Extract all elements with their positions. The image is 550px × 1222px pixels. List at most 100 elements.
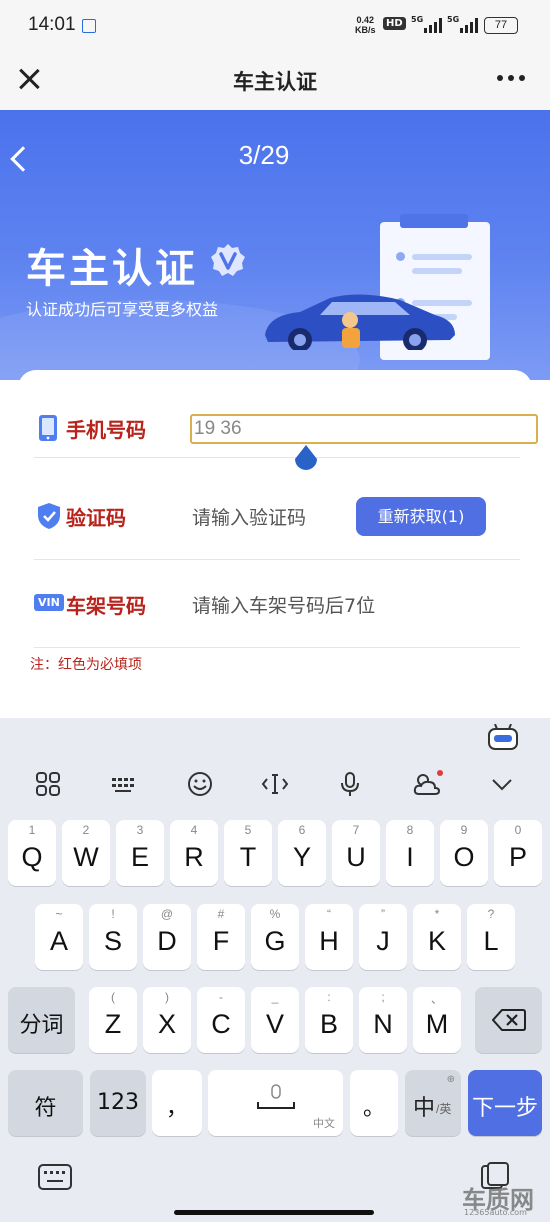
key-d[interactable]: @ D (143, 904, 191, 970)
assistant-robot-icon[interactable] (488, 724, 518, 750)
text-cursor-icon[interactable] (261, 770, 289, 798)
key-label: Q (21, 842, 43, 872)
banner-title: 车主认证 (26, 246, 198, 292)
notification-app-icon (82, 19, 96, 33)
key-label: A (49, 926, 68, 956)
key-g[interactable]: % G (251, 904, 299, 970)
key-comma[interactable]: ， (152, 1070, 202, 1136)
key-h[interactable]: “H (305, 904, 353, 970)
key-a[interactable]: ~ A (35, 904, 83, 970)
key-v[interactable]: _ V (251, 987, 299, 1053)
key-secondary-label: ~ (55, 907, 63, 921)
key-u[interactable]: 7U (332, 820, 380, 886)
key-secondary-label: : (327, 990, 331, 1004)
space-sub-label: 中文 (313, 1118, 335, 1130)
key-x[interactable]: ) X (143, 987, 191, 1053)
resend-code-button[interactable]: 重新获取(1) (356, 497, 486, 536)
emoji-icon[interactable] (186, 770, 214, 798)
key-r[interactable]: 4R (170, 820, 218, 886)
key-label: X (157, 1009, 176, 1039)
key-space[interactable]: 中文 (208, 1070, 343, 1136)
phone-icon (39, 415, 57, 441)
signal-label-2: 5G (447, 15, 460, 24)
key-label: U (346, 842, 366, 872)
key-secondary-label: @ (160, 907, 174, 921)
key-w[interactable]: 2W (62, 820, 110, 886)
key-label: Y (292, 842, 311, 872)
key-label: J (376, 926, 390, 956)
key-secondary-label: ? (487, 907, 495, 921)
key-secondary-label: 3 (136, 823, 144, 837)
key-y[interactable]: 6Y (278, 820, 326, 886)
key-secondary-label: 4 (190, 823, 198, 837)
phone-label: 手机号码 (66, 418, 146, 442)
phone-row: 手机号码 19 36 (34, 370, 538, 458)
grid-menu-icon[interactable] (34, 770, 62, 798)
key-label: I (406, 842, 414, 872)
title-bar: 车主认证 (0, 52, 550, 110)
key-123[interactable]: 123 (90, 1070, 146, 1136)
key-l[interactable]: ? L (467, 904, 515, 970)
form-card: 手机号码 19 36 验证码 请输入验证码 重新获取(1) VIN 车架号码 请… (18, 370, 538, 730)
key-label: D (157, 926, 177, 956)
key-secondary-label: 0 (514, 823, 522, 837)
key-s[interactable]: ! S (89, 904, 137, 970)
banner-subtitle: 认证成功后可享受更多权益 (26, 300, 219, 319)
key-p[interactable]: 0P (494, 820, 542, 886)
key-i[interactable]: 8I (386, 820, 434, 886)
key-label: N (373, 1009, 393, 1039)
key-j[interactable]: ” J (359, 904, 407, 970)
shield-icon (38, 503, 60, 529)
key-k[interactable]: * K (413, 904, 461, 970)
key-language[interactable]: 中 /英 ⊕ (405, 1070, 461, 1136)
key-label: F (212, 926, 230, 956)
microphone-icon[interactable] (336, 770, 364, 798)
key-label: H (319, 926, 339, 956)
key-secondary-label: 7 (352, 823, 360, 837)
vin-input[interactable]: 请输入车架号码后7位 (192, 591, 375, 618)
key-label: C (211, 1009, 231, 1039)
key-backspace[interactable] (475, 987, 542, 1053)
code-input[interactable]: 请输入验证码 (192, 503, 306, 530)
key-next[interactable]: 下一步 (468, 1070, 542, 1136)
key-symbols[interactable]: 符 (8, 1070, 83, 1136)
home-indicator[interactable] (174, 1210, 374, 1215)
key-fenci[interactable]: 分词 (8, 987, 75, 1053)
key-label: P (508, 842, 527, 872)
status-bar: 14:01 0.42 KB/s HD 5G 5G 77 (0, 0, 550, 52)
vin-label: 车架号码 (66, 594, 146, 618)
key-q[interactable]: 1Q (8, 820, 56, 886)
key-secondary-label: - (219, 990, 223, 1004)
key-m[interactable]: 、 M (413, 987, 461, 1053)
key-c[interactable]: -C (197, 987, 245, 1053)
key-n[interactable]: ; N (359, 987, 407, 1053)
keyboard-layout-icon[interactable] (110, 770, 138, 798)
phone-input[interactable]: 19 36 (190, 414, 538, 444)
key-t[interactable]: 5T (224, 820, 272, 886)
battery-icon: 77 (484, 17, 518, 34)
clock: 14:01 (28, 14, 76, 35)
key-e[interactable]: 3E (116, 820, 164, 886)
key-secondary-label: ” (381, 907, 385, 921)
key-o[interactable]: 9O (440, 820, 488, 886)
key-secondary-label: 8 (406, 823, 414, 837)
key-f[interactable]: # F (197, 904, 245, 970)
key-secondary-label: 1 (28, 823, 36, 837)
hd-voice-icon: HD (383, 17, 406, 30)
signal-label-1: 5G (411, 15, 424, 24)
weather-icon[interactable] (411, 770, 443, 798)
key-label: E (130, 842, 149, 872)
globe-icon: ⊕ (446, 1074, 455, 1085)
key-secondary-label: ! (111, 907, 115, 921)
key-label: G (264, 926, 286, 956)
keyboard-toggle-icon[interactable] (38, 1164, 72, 1190)
key-secondary-label: ; (381, 990, 385, 1004)
page-title: 车主认证 (233, 70, 317, 94)
more-icon[interactable] (497, 75, 527, 83)
chevron-down-icon[interactable] (488, 770, 516, 798)
watermark-url: 12365auto.com (464, 1208, 527, 1217)
cursor-handle-icon[interactable] (292, 445, 320, 475)
key-z[interactable]: (Z (89, 987, 137, 1053)
key-b[interactable]: :B (305, 987, 353, 1053)
key-period[interactable]: 。 (350, 1070, 398, 1136)
